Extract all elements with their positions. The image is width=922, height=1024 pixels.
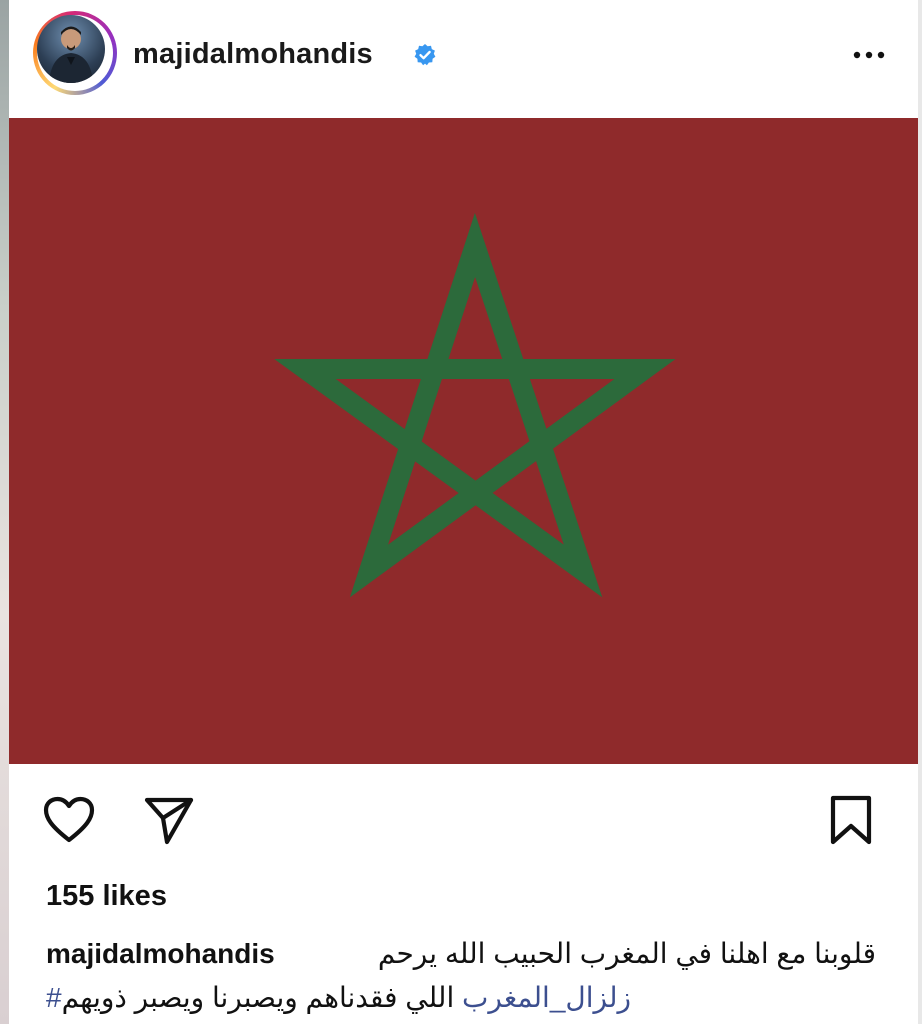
bookmark-icon[interactable]: [827, 794, 875, 846]
more-options-icon[interactable]: [849, 40, 889, 70]
post-username[interactable]: majidalmohandis: [133, 38, 373, 71]
story-ring[interactable]: [33, 11, 117, 95]
post-footer: 155 likes majidalmohandis قلوبنا مع اهلن…: [9, 764, 918, 1024]
caption-username[interactable]: majidalmohandis: [46, 932, 275, 976]
paper-plane-icon[interactable]: [143, 794, 195, 846]
avatar[interactable]: [37, 15, 105, 83]
caption-text-line-2: اللي فقدناهم ويصبرنا ويصبر ذويهم: [61, 982, 455, 1013]
morocco-flag-image: [9, 118, 918, 764]
verified-badge-icon: [414, 44, 436, 66]
post-header: majidalmohandis: [9, 0, 918, 118]
heart-icon[interactable]: [43, 796, 95, 844]
left-edge-strip: [0, 0, 9, 1024]
right-edge-strip: [918, 0, 922, 1024]
post-image[interactable]: [9, 118, 918, 764]
caption-text-line-1: قلوبنا مع اهلنا في المغرب الحبيب الله ير…: [377, 938, 876, 969]
likes-count[interactable]: 155 likes: [46, 880, 167, 913]
